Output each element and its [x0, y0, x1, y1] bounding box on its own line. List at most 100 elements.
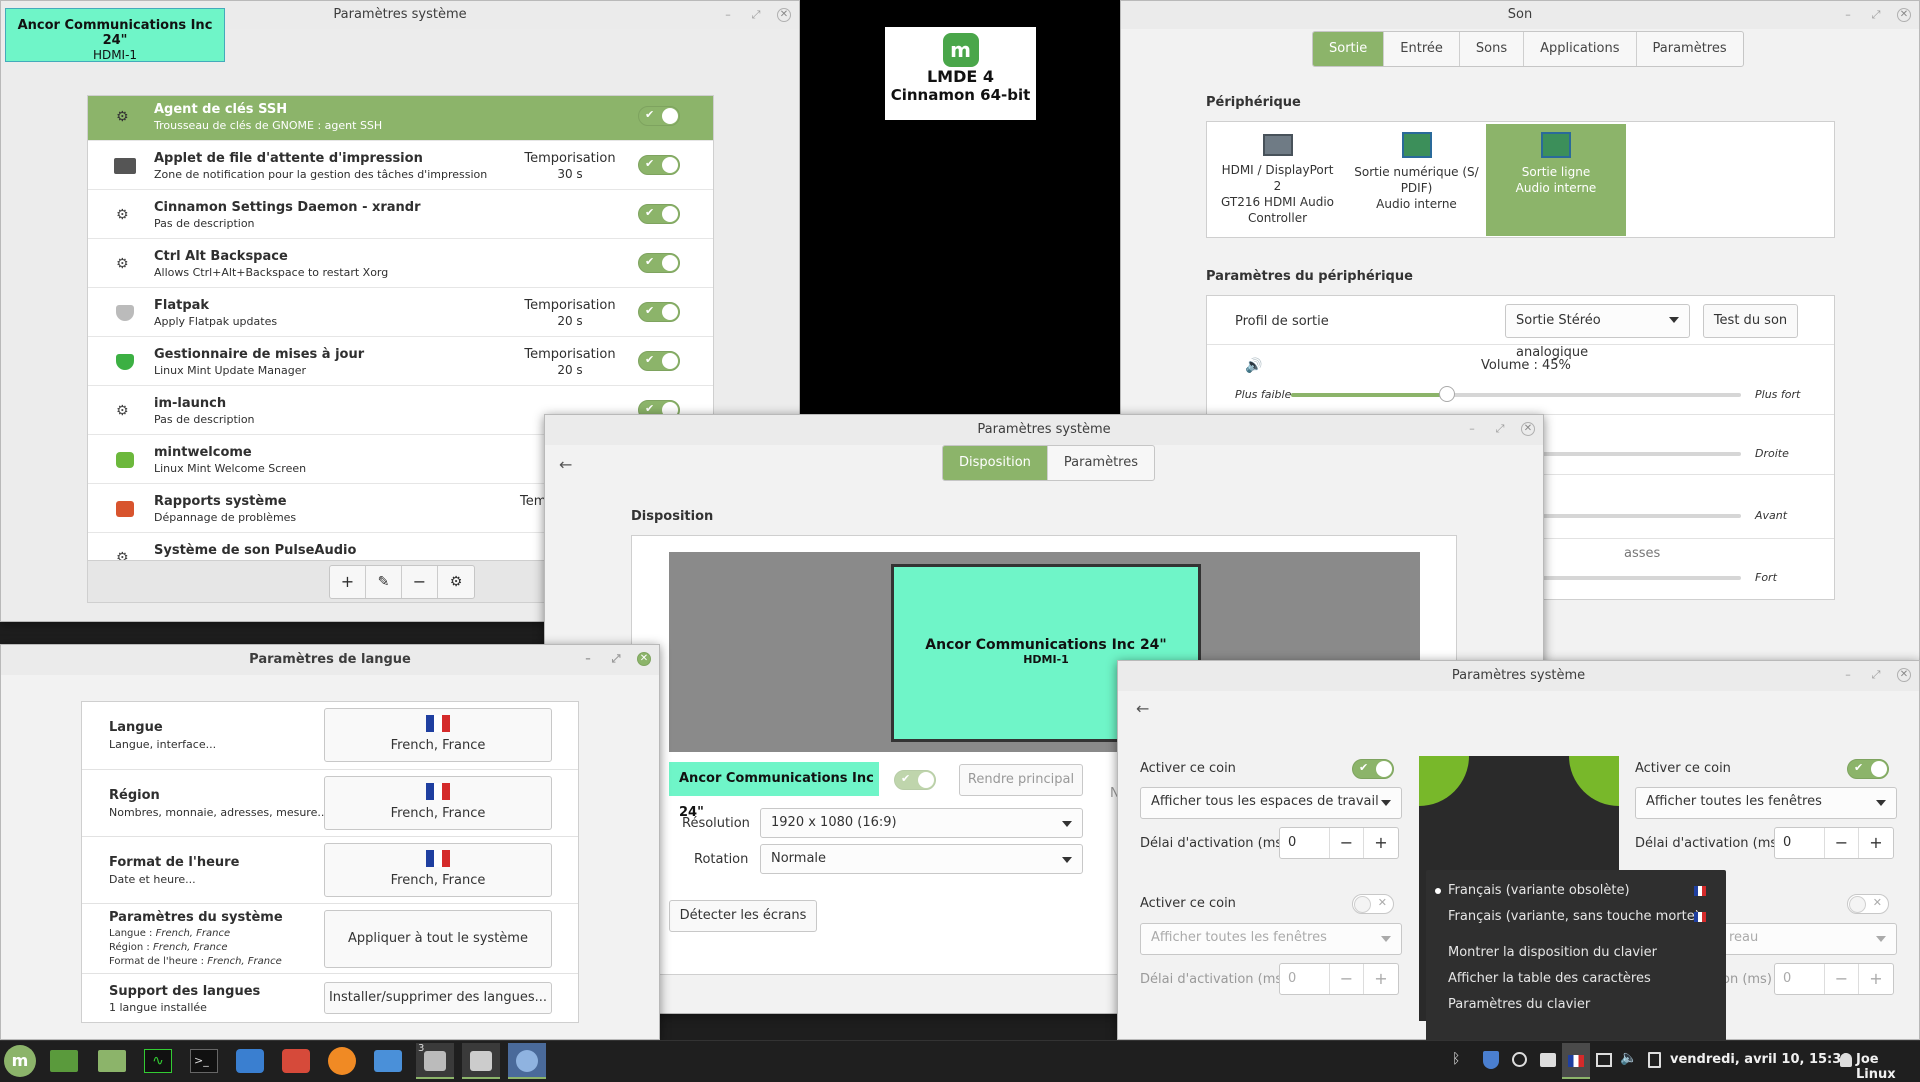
br-enable-toggle[interactable]	[1847, 894, 1889, 914]
tl-enable-toggle[interactable]	[1352, 759, 1394, 779]
close-button[interactable]: ✕	[637, 652, 651, 666]
remove-button[interactable]: −	[402, 566, 438, 598]
language-select-button[interactable]: French, France	[324, 708, 552, 762]
volume-knob[interactable]	[1438, 386, 1455, 402]
startup-row[interactable]: Applet de file d'attente d'impression Zon…	[88, 141, 713, 190]
active-window-icon[interactable]	[508, 1043, 546, 1079]
firefox-icon[interactable]	[328, 1047, 356, 1075]
tab-applications[interactable]: Applications	[1524, 32, 1637, 66]
language-select-button[interactable]: French, France	[324, 776, 552, 830]
menu-item-char-table[interactable]: Afficher la table des caractères	[1426, 966, 1726, 992]
tab-layout[interactable]: Disposition	[943, 446, 1048, 480]
minimize-button[interactable]: –	[721, 8, 735, 22]
maximize-button[interactable]: ⤢	[1869, 8, 1883, 22]
tab-output[interactable]: Sortie	[1313, 32, 1385, 66]
volume-tray-icon[interactable]: 🔈	[1620, 1050, 1637, 1066]
maximize-button[interactable]: ⤢	[1493, 422, 1507, 436]
resolution-select[interactable]: 1920 x 1080 (16:9)	[760, 808, 1083, 838]
menu-item-fr-nodeadkeys[interactable]: Français (variante, sans touche morte)	[1426, 904, 1726, 930]
bl-action-select[interactable]: Afficher toutes les fenêtres	[1140, 923, 1402, 955]
tl-action-select[interactable]: Afficher tous les espaces de travail	[1140, 787, 1402, 819]
mail-icon[interactable]	[374, 1050, 402, 1072]
back-arrow-icon[interactable]: ←	[559, 455, 572, 474]
startup-toggle[interactable]	[638, 302, 680, 322]
back-arrow-icon[interactable]: ←	[1136, 699, 1149, 718]
system-monitor-icon[interactable]: ∿	[144, 1049, 172, 1073]
screenshot-icon[interactable]	[236, 1049, 264, 1073]
startup-row[interactable]: Gestionnaire de mises à jour Linux Mint U…	[88, 337, 713, 386]
device-line-out[interactable]: Sortie ligne Audio interne	[1486, 124, 1626, 236]
edit-button[interactable]: ✎	[366, 566, 402, 598]
terminal-icon[interactable]: >_	[190, 1049, 218, 1073]
plus-button[interactable]: +	[1364, 964, 1398, 994]
startup-toggle[interactable]	[638, 155, 680, 175]
sound-test-button[interactable]: Test du son	[1703, 304, 1798, 338]
apply-system-wide-button[interactable]: Appliquer à tout le système	[324, 910, 552, 968]
tab-settings[interactable]: Paramètres	[1637, 32, 1743, 66]
plus-button[interactable]: +	[1859, 828, 1893, 858]
printer-tray-icon[interactable]	[1540, 1053, 1556, 1067]
device-spdif[interactable]: Sortie numérique (S/PDIF) Audio interne	[1347, 124, 1486, 236]
startup-toggle[interactable]	[638, 106, 680, 126]
clock[interactable]: vendredi, avril 10, 15:30	[1670, 1052, 1850, 1067]
menu-item-fr-oss[interactable]: Français (variante obsolète)	[1426, 878, 1726, 904]
close-button[interactable]: ✕	[1521, 422, 1535, 436]
menu-item-show-layout[interactable]: Montrer la disposition du clavier	[1426, 940, 1726, 966]
profile-select[interactable]: Sortie Stéréo analogique	[1505, 304, 1690, 360]
install-languages-button[interactable]: Installer/supprimer des langues...	[324, 982, 552, 1014]
tab-settings[interactable]: Paramètres	[1048, 446, 1154, 480]
make-primary-button[interactable]: Rendre principal	[959, 764, 1083, 796]
menu-button[interactable]: m	[4, 1045, 36, 1077]
keyboard-flag-icon[interactable]	[1562, 1043, 1590, 1079]
plus-button[interactable]: +	[1859, 964, 1893, 994]
tr-delay-value[interactable]: 0	[1775, 828, 1825, 858]
minus-button[interactable]: −	[1330, 964, 1364, 994]
close-button[interactable]: ✕	[1897, 668, 1911, 682]
startup-toggle[interactable]	[638, 351, 680, 371]
minimize-button[interactable]: –	[1465, 422, 1479, 436]
br-delay-spin[interactable]: 0− +	[1774, 963, 1894, 995]
show-desktop-icon[interactable]	[50, 1050, 78, 1072]
startup-row[interactable]: ⚙ Ctrl Alt Backspace Allows Ctrl+Alt+Backs…	[88, 239, 713, 288]
startup-toggle[interactable]	[638, 253, 680, 273]
tl-delay-spin[interactable]: 0− +	[1279, 827, 1399, 859]
device-hdmi[interactable]: HDMI / DisplayPort 2 GT216 HDMI Audio Contr…	[1208, 124, 1347, 236]
clock-tray-icon[interactable]	[1512, 1052, 1527, 1067]
user-icon[interactable]	[1840, 1053, 1852, 1067]
settings-group-icon[interactable]: 3	[416, 1043, 454, 1079]
bl-delay-spin[interactable]: 0− +	[1279, 963, 1399, 995]
tab-sounds[interactable]: Sons	[1460, 32, 1525, 66]
detect-screens-button[interactable]: Détecter les écrans	[669, 900, 817, 932]
minimize-button[interactable]: –	[581, 652, 595, 666]
tr-delay-spin[interactable]: 0− +	[1774, 827, 1894, 859]
startup-row[interactable]: Flatpak Apply Flatpak updates Temporisatio…	[88, 288, 713, 337]
monitor-enable-toggle[interactable]	[894, 770, 936, 790]
startup-toggle[interactable]	[638, 204, 680, 224]
maximize-button[interactable]: ⤢	[609, 652, 623, 666]
startup-row[interactable]: ⚙ Agent de clés SSH Trousseau de clés de G…	[88, 96, 713, 141]
close-button[interactable]: ✕	[1897, 8, 1911, 22]
files-icon[interactable]	[98, 1050, 126, 1072]
tl-delay-value[interactable]: 0	[1280, 828, 1330, 858]
volume-slider[interactable]	[1291, 386, 1741, 402]
run-now-button[interactable]: ⚙	[438, 566, 474, 598]
minus-button[interactable]: −	[1330, 828, 1364, 858]
rotation-select[interactable]: Normale	[760, 844, 1083, 874]
plus-button[interactable]: +	[1364, 828, 1398, 858]
br-delay-value[interactable]: 0	[1775, 964, 1825, 994]
tr-enable-toggle[interactable]	[1847, 759, 1889, 779]
startup-row[interactable]: ⚙ Cinnamon Settings Daemon - xrandr Pas de…	[88, 190, 713, 239]
menu-item-keyboard-settings[interactable]: Paramètres du clavier	[1426, 992, 1726, 1018]
close-button[interactable]: ✕	[777, 8, 791, 22]
br-action-select[interactable]: reau	[1718, 923, 1897, 955]
bluetooth-icon[interactable]: ᛒ	[1452, 1051, 1460, 1067]
tab-input[interactable]: Entrée	[1384, 32, 1460, 66]
shield-tray-icon[interactable]	[1483, 1051, 1499, 1069]
minus-button[interactable]: −	[1825, 964, 1859, 994]
sound-app-icon[interactable]	[462, 1043, 500, 1079]
user-name[interactable]: Joe Linux	[1856, 1052, 1920, 1082]
notes-tray-icon[interactable]	[1648, 1052, 1661, 1068]
bl-enable-toggle[interactable]	[1352, 894, 1394, 914]
tr-action-select[interactable]: Afficher toutes les fenêtres	[1635, 787, 1897, 819]
minus-button[interactable]: −	[1825, 828, 1859, 858]
